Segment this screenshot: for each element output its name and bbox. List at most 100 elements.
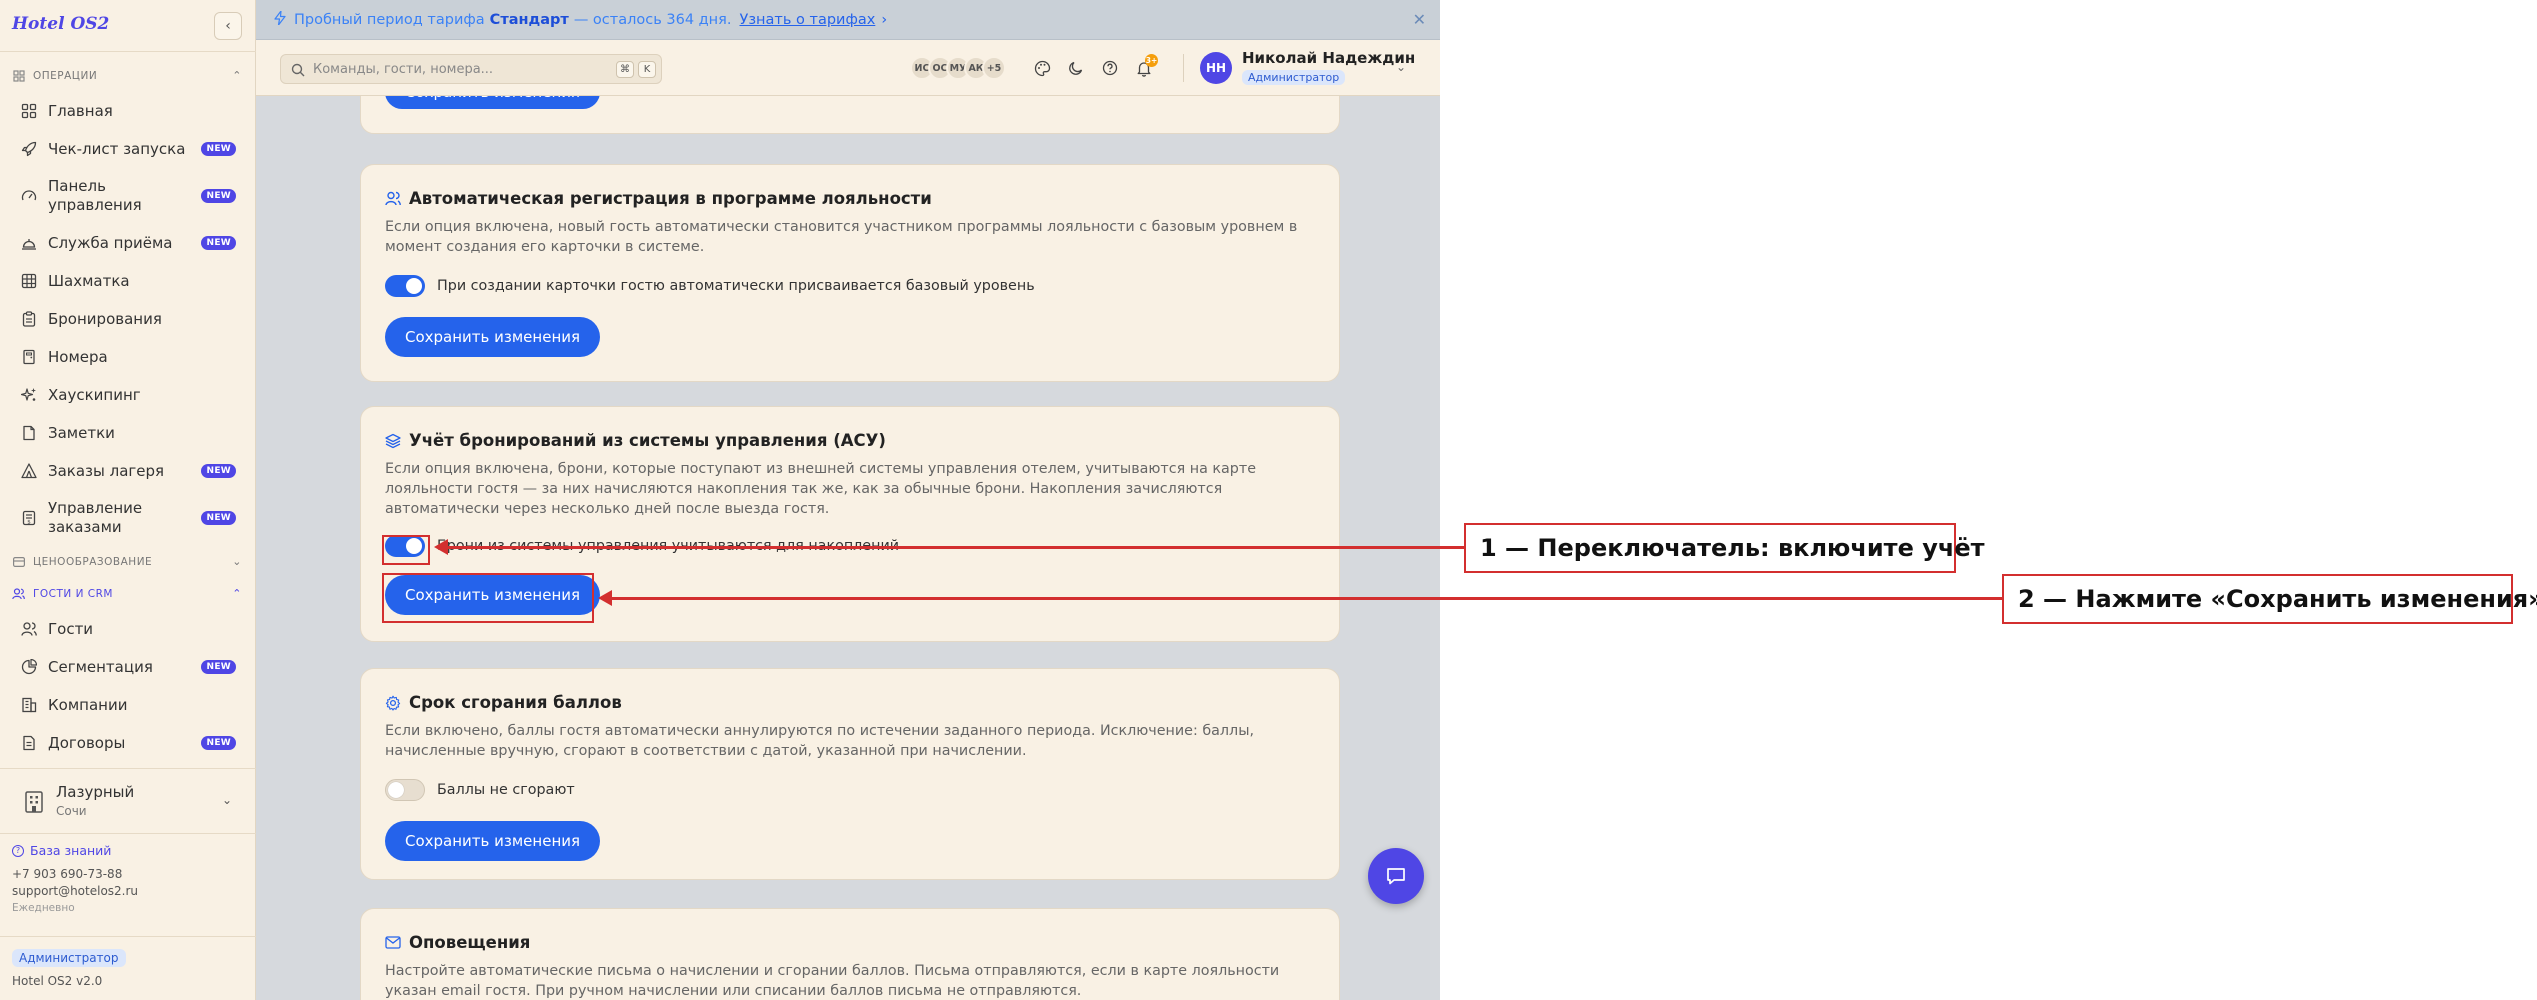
sidebar-item[interactable]: Чек-лист запуска NEW xyxy=(0,130,256,168)
sidebar-item-label: Шахматка xyxy=(48,271,130,290)
header-divider xyxy=(1183,54,1184,82)
points-expiry-toggle-row: Баллы не сгорают xyxy=(385,779,575,801)
points-expiry-toggle[interactable] xyxy=(385,779,425,801)
save-button[interactable]: Сохранить изменения xyxy=(385,317,601,357)
chat-button[interactable] xyxy=(1368,848,1424,904)
sidebar-item[interactable]: Договоры NEW xyxy=(0,724,256,760)
avatar-more[interactable]: +5 xyxy=(982,56,1006,80)
tent-icon xyxy=(20,462,38,480)
card-title-text: Срок сгорания баллов xyxy=(409,693,622,712)
sidebar: Hotel OS2 ‹ Операции ⌃ Главная Чек-лист з… xyxy=(0,0,256,1000)
sparkles-icon xyxy=(20,386,38,404)
palette-icon xyxy=(1034,60,1050,76)
save-button[interactable]: Сохранить изменения xyxy=(385,96,601,109)
card-description: Если опция включена, новый гость автомат… xyxy=(385,219,1298,255)
knowledge-base-link[interactable]: ? База знаний xyxy=(12,843,138,858)
sidebar-header: Hotel OS2 ‹ xyxy=(0,0,256,52)
note-icon xyxy=(20,424,38,442)
sidebar-item[interactable]: Номера xyxy=(0,338,256,376)
card-description: Настройте автоматические письма о начисл… xyxy=(385,963,1280,999)
sidebar-item-label: Чек-лист запуска xyxy=(48,139,186,158)
guests-list: Гости Сегментация NEW Компании Договоры NEW xyxy=(0,610,256,760)
notifications-button[interactable]: 3+ xyxy=(1130,54,1158,82)
close-banner-icon[interactable]: ✕ xyxy=(1413,10,1426,29)
sidebar-item[interactable]: Сегментация NEW xyxy=(0,648,256,686)
card-title-text: Автоматическая регистрация в программе л… xyxy=(409,189,932,208)
sidebar-item[interactable]: Главная xyxy=(0,92,256,130)
banner-suffix: — осталось 364 дня. xyxy=(573,11,732,28)
notification-count: 3+ xyxy=(1145,54,1158,67)
toggle-label: Баллы не сгорают xyxy=(437,782,575,798)
user-avatar[interactable]: НН xyxy=(1200,52,1232,84)
arrow-line-1 xyxy=(446,546,1464,549)
section-operations-label: Операции xyxy=(33,70,98,82)
section-pricing[interactable]: Ценообразование ⌄ xyxy=(0,546,256,578)
support-phone[interactable]: +7 903 690-73-88 xyxy=(12,867,138,881)
pie-icon xyxy=(20,658,38,676)
chevron-right-icon: › xyxy=(881,11,888,28)
chevron-down-icon[interactable]: ⌄ xyxy=(1396,60,1406,74)
collapse-sidebar-button[interactable]: ‹ xyxy=(214,12,242,40)
sidebar-item[interactable]: Бронирования xyxy=(0,300,256,338)
chevron-down-icon: ⌄ xyxy=(221,793,232,807)
sidebar-item-label: Служба приёма xyxy=(48,233,173,252)
help-button[interactable] xyxy=(1096,54,1124,82)
sidebar-item[interactable]: Заметки xyxy=(0,414,256,452)
sidebar-item-label: Гости xyxy=(48,619,94,638)
new-badge: NEW xyxy=(201,236,236,250)
clipboard-icon xyxy=(20,310,38,328)
theme-toggle-button[interactable] xyxy=(1062,54,1090,82)
sidebar-item[interactable]: Служба приёма NEW xyxy=(0,224,256,262)
support-email[interactable]: support@hotelos2.ru xyxy=(12,884,138,898)
operations-list: Главная Чек-лист запуска NEW Панель управле… xyxy=(0,92,256,546)
new-badge: NEW xyxy=(201,736,236,750)
table-icon xyxy=(20,272,38,290)
rocket-icon xyxy=(20,140,38,158)
card-title-text: Учёт бронирований из системы управления … xyxy=(409,431,886,450)
new-badge: NEW xyxy=(201,511,236,525)
sidebar-item[interactable]: $ Управление заказами NEW xyxy=(0,490,256,546)
new-badge: NEW xyxy=(201,464,236,478)
section-guests[interactable]: Гости и CRM ⌃ xyxy=(0,578,256,610)
chevron-up-icon: ⌃ xyxy=(232,69,242,82)
sidebar-item[interactable]: Панель управления NEW xyxy=(0,168,256,224)
sidebar-item-label: Управление заказами xyxy=(48,499,143,536)
building-icon xyxy=(20,696,38,714)
online-users[interactable]: ИС ОС МУ АК +5 xyxy=(910,56,1006,80)
mail-icon xyxy=(385,935,401,951)
pricing-link[interactable]: Узнать о тарифах xyxy=(740,12,876,28)
svg-text:$: $ xyxy=(27,519,31,525)
chevron-left-icon: ‹ xyxy=(225,18,231,34)
auto-registration-toggle[interactable] xyxy=(385,275,425,297)
app-version: Hotel OS2 v2.0 xyxy=(12,974,103,988)
sidebar-item[interactable]: Хаускипинг xyxy=(0,376,256,414)
order-icon: $ xyxy=(20,509,38,527)
user-name[interactable]: Николай Надеждин xyxy=(1242,49,1415,67)
search-input[interactable] xyxy=(313,61,613,77)
sidebar-item[interactable]: Компании xyxy=(0,686,256,724)
card-description: Если включено, баллы гостя автоматически… xyxy=(385,723,1255,759)
hotel-switcher[interactable]: Лазурный Сочи ⌄ xyxy=(0,768,256,834)
sidebar-item-label: Договоры xyxy=(48,733,126,752)
app-logo[interactable]: Hotel OS2 xyxy=(12,14,109,34)
moon-icon xyxy=(1069,61,1083,75)
card-title: Срок сгорания баллов xyxy=(385,693,622,712)
search-box[interactable]: ⌘ K xyxy=(280,54,662,84)
bell-desk-icon xyxy=(20,234,38,252)
sidebar-item-label: Заметки xyxy=(48,423,115,442)
card-title: Оповещения xyxy=(385,933,530,952)
lightning-icon xyxy=(274,9,286,29)
sidebar-item[interactable]: Гости xyxy=(0,610,256,648)
highlight-toggle xyxy=(382,535,430,565)
gear-icon xyxy=(385,695,401,711)
sidebar-item[interactable]: Заказы лагеря NEW xyxy=(0,452,256,490)
sidebar-item-label: Компании xyxy=(48,695,128,714)
toggle-label: При создании карточки гостю автоматическ… xyxy=(437,278,1035,294)
palette-button[interactable] xyxy=(1028,54,1056,82)
section-operations[interactable]: Операции ⌃ xyxy=(0,60,256,92)
save-button[interactable]: Сохранить изменения xyxy=(385,821,601,861)
section-guests-label: Гости и CRM xyxy=(33,588,113,600)
door-icon xyxy=(20,348,38,366)
settings-card-points-expiry: Срок сгорания баллов Если включено, балл… xyxy=(360,668,1340,880)
sidebar-item[interactable]: Шахматка xyxy=(0,262,256,300)
